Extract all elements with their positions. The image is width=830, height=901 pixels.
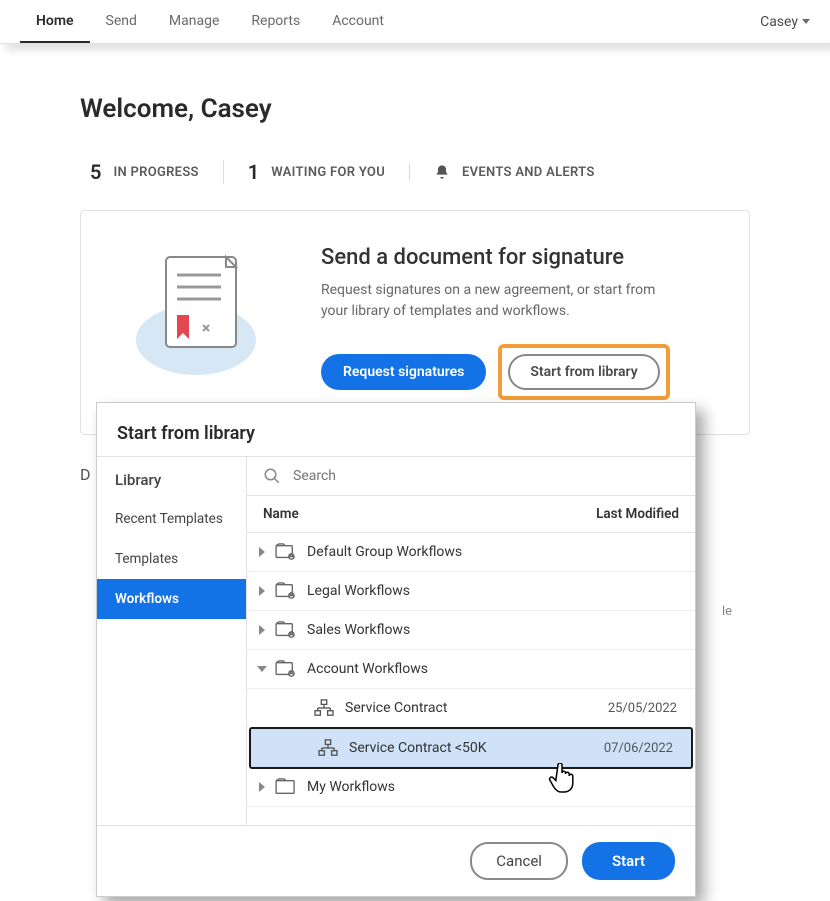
workflow-icon xyxy=(317,739,339,757)
stat-waiting[interactable]: 1 WAITING FOR YOU xyxy=(223,160,409,184)
expand-icon xyxy=(259,547,265,557)
stat-count: 1 xyxy=(248,160,259,184)
stat-events[interactable]: EVENTS AND ALERTS xyxy=(409,163,619,181)
sidebar-item-recent-templates[interactable]: Recent Templates xyxy=(97,499,246,539)
modal-main: Name Last Modified Default Group Workflo… xyxy=(247,457,695,825)
expand-icon xyxy=(259,586,265,596)
search-row xyxy=(247,457,695,496)
welcome-heading: Welcome, Casey xyxy=(80,94,750,124)
col-modified: Last Modified xyxy=(596,506,679,522)
start-from-library-button[interactable]: Start from library xyxy=(508,354,659,390)
stat-label: EVENTS AND ALERTS xyxy=(462,165,595,180)
folder-icon xyxy=(275,778,297,796)
nav-manage[interactable]: Manage xyxy=(153,1,235,43)
caret-down-icon xyxy=(802,19,810,24)
stat-in-progress[interactable]: 5 IN PROGRESS xyxy=(80,160,223,184)
tree-label: Account Workflows xyxy=(307,661,428,677)
column-headers: Name Last Modified xyxy=(247,496,695,533)
user-name: Casey xyxy=(760,14,798,30)
modal-title: Start from library xyxy=(97,403,695,456)
nav-home[interactable]: Home xyxy=(20,1,90,43)
tree-row-legal[interactable]: Legal Workflows xyxy=(247,572,695,611)
top-nav: Home Send Manage Reports Account Casey xyxy=(0,0,830,44)
partial-text: le xyxy=(722,604,732,619)
modal-footer: Cancel Start xyxy=(97,826,695,896)
tree-label: Default Group Workflows xyxy=(307,544,462,560)
stat-label: WAITING FOR YOU xyxy=(271,165,385,180)
shared-folder-icon xyxy=(275,660,297,678)
nav-send[interactable]: Send xyxy=(90,1,153,43)
stat-label: IN PROGRESS xyxy=(113,165,198,180)
sidebar-item-workflows[interactable]: Workflows xyxy=(97,579,246,619)
shared-folder-icon xyxy=(275,621,297,639)
tree-label: My Workflows xyxy=(307,779,395,795)
tree-row-sales[interactable]: Sales Workflows xyxy=(247,611,695,650)
stats-row: 5 IN PROGRESS 1 WAITING FOR YOU EVENTS A… xyxy=(80,160,750,184)
tree-date: 25/05/2022 xyxy=(608,701,683,716)
tree-date: 07/06/2022 xyxy=(604,741,679,756)
send-card-title: Send a document for signature xyxy=(321,245,681,270)
expand-icon xyxy=(259,782,265,792)
tree-label: Legal Workflows xyxy=(307,583,410,599)
col-name: Name xyxy=(263,506,299,522)
tree-label: Sales Workflows xyxy=(307,622,410,638)
tree-row-account[interactable]: Account Workflows xyxy=(247,650,695,689)
nav-reports[interactable]: Reports xyxy=(235,1,316,43)
nav-account[interactable]: Account xyxy=(316,1,400,43)
modal-sidebar: Library Recent Templates Templates Workf… xyxy=(97,457,247,825)
start-from-library-modal: Start from library Library Recent Templa… xyxy=(96,402,696,897)
tree-row-service-contract-50k[interactable]: Service Contract <50K 07/06/2022 xyxy=(249,727,693,769)
send-card-desc: Request signatures on a new agreement, o… xyxy=(321,280,681,322)
workflow-icon xyxy=(313,699,335,717)
search-input[interactable] xyxy=(293,468,679,484)
sidebar-item-templates[interactable]: Templates xyxy=(97,539,246,579)
tree-row-default-group[interactable]: Default Group Workflows xyxy=(247,533,695,572)
bell-icon xyxy=(434,163,450,181)
shared-folder-icon xyxy=(275,543,297,561)
highlight-box: Start from library xyxy=(498,344,669,400)
user-menu[interactable]: Casey xyxy=(760,14,810,30)
tree-label: Service Contract xyxy=(345,700,447,716)
request-signatures-button[interactable]: Request signatures xyxy=(321,354,486,390)
sidebar-title: Library xyxy=(97,457,246,499)
tree-label: Service Contract <50K xyxy=(349,740,487,756)
document-illustration xyxy=(121,245,271,385)
cancel-button[interactable]: Cancel xyxy=(470,842,568,880)
shared-folder-icon xyxy=(275,582,297,600)
stat-count: 5 xyxy=(90,160,101,184)
tree-row-my-workflows[interactable]: My Workflows xyxy=(247,768,695,807)
expand-icon xyxy=(259,625,265,635)
tree-row-service-contract[interactable]: Service Contract 25/05/2022 xyxy=(247,689,695,728)
search-icon xyxy=(263,467,281,485)
start-button[interactable]: Start xyxy=(582,842,675,880)
collapse-icon xyxy=(257,666,267,672)
